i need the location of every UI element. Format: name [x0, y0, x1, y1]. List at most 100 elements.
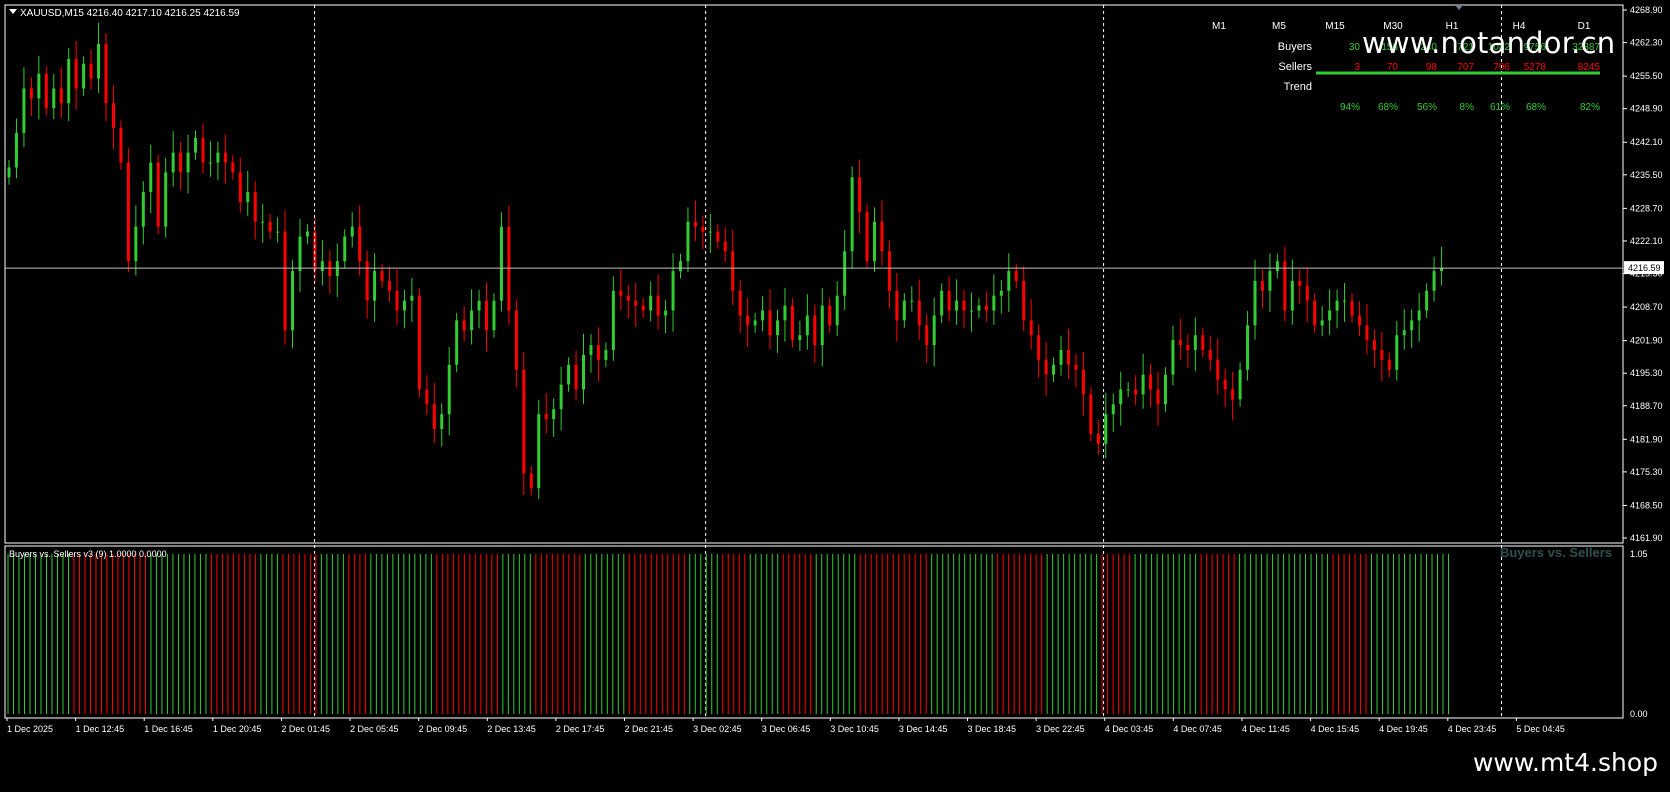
candle-body — [746, 315, 750, 326]
candle-body — [1223, 379, 1227, 390]
candle-body — [1066, 349, 1070, 365]
candle-body — [417, 295, 421, 390]
time-tick-label: 3 Dec 02:45 — [693, 724, 742, 734]
time-tick-label: 2 Dec 09:45 — [419, 724, 468, 734]
candle-body — [52, 88, 56, 109]
candle-body — [589, 345, 593, 355]
candle-body — [895, 290, 899, 321]
time-tick-label: 4 Dec 19:45 — [1379, 724, 1428, 734]
candle-body — [179, 152, 183, 173]
candle-body — [1402, 330, 1406, 336]
candle-body — [1395, 335, 1399, 370]
candle-body — [298, 236, 302, 272]
candle-body — [1335, 300, 1339, 311]
candle-body — [865, 211, 869, 262]
candle-body — [984, 305, 988, 311]
candle-body — [97, 44, 101, 79]
dashboard-sellers-value: 3 — [1354, 62, 1360, 73]
indicator-axis-top: 1.05 — [1630, 549, 1648, 559]
current-price-label: 4216.59 — [1628, 263, 1661, 273]
time-tick-label: 2 Dec 01:45 — [281, 724, 330, 734]
candle-body — [156, 162, 160, 227]
candle-body — [1343, 300, 1347, 302]
candle-body — [1246, 325, 1250, 370]
dashboard-buyers-value: 30 — [1349, 42, 1361, 53]
candle-body — [902, 300, 906, 321]
candle-body — [1149, 374, 1153, 390]
candle-body — [186, 152, 190, 173]
candle-body — [216, 152, 220, 163]
candle-body — [783, 305, 787, 321]
price-tick-label: 4255.50 — [1630, 71, 1663, 81]
candle-body — [649, 295, 653, 311]
candle-body — [544, 414, 548, 420]
candle-body — [238, 172, 242, 202]
price-tick-label: 4195.30 — [1630, 368, 1663, 378]
candle-body — [1163, 374, 1167, 405]
candle-body — [1425, 290, 1429, 311]
candle-body — [111, 103, 115, 128]
candle-body — [231, 162, 235, 173]
candle-body — [246, 192, 250, 202]
candle-body — [1044, 359, 1048, 375]
candle-body — [708, 231, 712, 233]
price-tick-label: 4222.10 — [1630, 236, 1663, 246]
candle-body — [164, 172, 168, 227]
candle-body — [611, 290, 615, 350]
candle-body — [828, 305, 832, 326]
dashboard-sellers-value: 707 — [1457, 62, 1474, 73]
candle-body — [567, 364, 571, 385]
price-tick-label: 4168.50 — [1630, 500, 1663, 510]
price-tick-label: 4235.50 — [1630, 170, 1663, 180]
time-tick-label: 2 Dec 17:45 — [556, 724, 605, 734]
candle-body — [1029, 320, 1033, 336]
candle-body — [1328, 310, 1332, 321]
candle-body — [320, 261, 324, 272]
candle-body — [305, 231, 309, 237]
candle-body — [59, 88, 63, 104]
candle-body — [1208, 349, 1212, 360]
dashboard-trend-value: 8% — [1460, 102, 1475, 113]
price-tick-label: 4262.30 — [1630, 38, 1663, 48]
candle-body — [1275, 261, 1279, 272]
candle-body — [1104, 414, 1108, 444]
candle-body — [1216, 359, 1220, 380]
price-tick-label: 4228.70 — [1630, 203, 1663, 213]
candle-body — [425, 389, 429, 405]
candle-body — [679, 261, 683, 272]
candle-body — [1410, 320, 1414, 331]
candle-body — [1156, 389, 1160, 405]
candle-body — [1238, 369, 1242, 400]
candle-body — [932, 315, 936, 346]
dashboard-timeframe-m15: M15 — [1325, 21, 1345, 32]
indicator-header: Buyers vs. Sellers v3 (9) 1.0000 0.0000 — [9, 549, 167, 559]
chart-canvas[interactable]: 4268.90 4262.30 4255.50 4248.90 4242.10 4235.… — [0, 0, 1670, 787]
price-tick-label: 4248.90 — [1630, 104, 1663, 114]
candle-body — [141, 192, 145, 227]
candle-body — [1007, 271, 1011, 291]
candle-body — [104, 44, 108, 104]
candle-body — [261, 221, 265, 223]
candle-body — [1268, 271, 1272, 291]
candle-body — [723, 241, 727, 252]
candle-body — [485, 300, 489, 331]
candle-body — [1365, 325, 1369, 341]
candle-body — [499, 226, 503, 301]
time-tick-label: 4 Dec 11:45 — [1242, 724, 1290, 734]
candle-body — [1141, 374, 1145, 395]
price-tick-label: 4175.30 — [1630, 467, 1663, 477]
candle-body — [171, 152, 175, 173]
watermark-bottom: www.mt4.shop — [1472, 748, 1658, 777]
candle-body — [738, 290, 742, 316]
candle-body — [1171, 340, 1175, 375]
candle-body — [268, 221, 272, 232]
candle-body — [671, 271, 675, 311]
candle-body — [1417, 310, 1421, 321]
candle-body — [149, 162, 153, 193]
candle-body — [194, 137, 198, 153]
candle-body — [619, 290, 623, 296]
candle-body — [1298, 280, 1302, 286]
candle-body — [514, 310, 518, 370]
time-tick-label: 1 Dec 12:45 — [76, 724, 125, 734]
candle-body — [574, 364, 578, 390]
